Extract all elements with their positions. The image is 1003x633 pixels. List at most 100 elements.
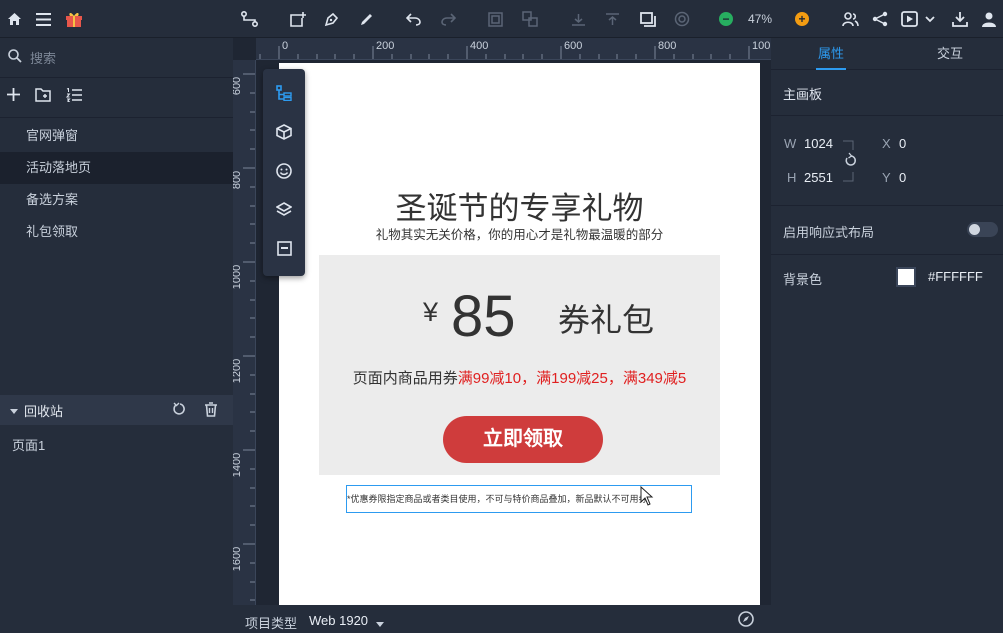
redo-icon[interactable] [440,0,456,38]
toggle-knob [969,224,980,235]
search-icon [8,49,22,66]
trash-icon[interactable] [204,402,218,420]
page-item-landing[interactable]: 活动落地页 [0,152,233,184]
background-color-swatch[interactable] [896,267,916,287]
page-tools [0,78,233,118]
restore-icon[interactable] [173,402,187,419]
tab-interactions[interactable]: 交互 [937,38,963,70]
coupon-rule-separator: ， [521,370,537,387]
download-icon[interactable] [951,0,969,38]
coupon-rule-tier-2: 满199减25 [536,370,608,387]
background-color-label: 背景色 [783,272,823,287]
home-icon[interactable] [6,0,22,38]
claim-button[interactable]: 立即领取 [443,416,603,463]
property-tabs: 属性 交互 [771,38,1003,70]
share-icon[interactable] [871,0,889,38]
status-bar: 项目类型 Web 1920 [233,605,771,633]
sort-list-icon[interactable] [65,87,82,107]
chevron-down-icon[interactable] [376,616,384,631]
tab-properties[interactable]: 属性 [815,38,847,70]
y-input[interactable]: 0 [899,170,906,185]
aspect-lock-icon[interactable] [843,140,857,185]
coupon-rule-separator: ， [607,370,623,387]
component-icon[interactable] [673,0,691,38]
left-panel: 搜索 官网弹窗 活动落地页 备选方案 礼包领取 回收站 页面1 [0,38,233,633]
page-item-official-popup[interactable]: 官网弹窗 [0,120,233,152]
ungroup-icon[interactable] [521,0,539,38]
divider [771,254,1003,255]
search-placeholder: 搜索 [30,51,57,66]
menu-icon[interactable] [35,0,51,38]
cursor-icon [640,486,654,506]
outline-tree-icon[interactable] [263,85,305,105]
ruler-label: 100 [752,40,771,52]
height-input[interactable]: 2551 [804,170,833,185]
ruler-label: 600 [233,76,244,96]
page-item-alternative[interactable]: 备选方案 [0,184,233,216]
emoji-icon[interactable] [263,163,305,183]
coupon-rule-tier-1: 满99减10 [457,370,522,387]
vertical-ruler: 600 800 1000 1200 1400 1600 [233,60,256,605]
preview-icon[interactable] [900,0,938,38]
width-label: W [784,136,797,151]
add-shape-icon[interactable] [288,0,306,38]
ruler-label: 1000 [233,264,244,290]
responsive-layout-toggle[interactable] [967,222,998,237]
zoom-level[interactable]: 47% [748,0,772,38]
artboard[interactable]: 圣诞节的专享礼物 礼物其实无关价格，你的用心才是礼物最温暖的部分 ¥ 85 券礼… [279,63,760,605]
gift-icon[interactable] [64,0,84,38]
align-top-icon[interactable] [604,0,620,38]
width-input[interactable]: 1024 [804,136,833,151]
ruler-label: 1600 [233,546,244,572]
page-search[interactable]: 搜索 [0,38,233,78]
right-panel: 属性 交互 主画板 W 1024 H 2551 X 0 Y 0 启用响应式布局 … [771,38,1003,633]
canvas-area[interactable]: 0 200 400 600 800 100 600 800 1000 1200 … [233,38,771,605]
align-bottom-icon[interactable] [570,0,586,38]
recycled-page-item[interactable]: 页面1 [12,435,45,454]
pencil-icon[interactable] [358,0,374,38]
zoom-out-icon[interactable]: − [719,0,733,38]
add-page-icon[interactable] [7,88,20,106]
undo-icon[interactable] [405,0,421,38]
connector-icon[interactable] [240,0,258,38]
coupon-rule: 页面内商品用券满99减10，满199减25，满349减5 [319,367,720,388]
chevron-down-icon[interactable] [10,403,18,418]
project-type-select[interactable]: Web 1920 [309,613,368,628]
layers-icon[interactable] [263,202,305,222]
recycle-bin-header[interactable]: 回收站 [0,395,233,425]
top-toolbar: − 47% + [0,0,1003,38]
currency-symbol: ¥ [423,297,439,327]
vertical-ruler-ticks [243,73,255,601]
page-list: 官网弹窗 活动落地页 备选方案 礼包领取 [0,120,233,248]
ruler-label: 1200 [233,358,244,384]
responsive-layout-label: 启用响应式布局 [783,225,875,240]
coupon-name: 券礼包 [558,302,655,338]
ruler-label: 800 [658,40,677,52]
pen-icon[interactable] [323,0,339,38]
page-item-gift-claim[interactable]: 礼包领取 [0,216,233,248]
coupon-card[interactable]: ¥ 85 券礼包 页面内商品用券满99减10，满199减25，满349减5 立即… [319,255,720,475]
page-subtitle[interactable]: 礼物其实无关价格，你的用心才是礼物最温暖的部分 [279,224,760,243]
add-folder-icon[interactable] [35,88,52,107]
ruler-label: 1400 [233,452,244,478]
group-icon[interactable] [487,0,503,38]
cube-icon[interactable] [263,124,305,144]
ruler-label: 0 [282,40,289,52]
zoom-in-icon[interactable]: + [795,0,809,38]
horizontal-ruler-ticks [259,46,750,59]
ruler-label: 400 [470,40,489,52]
avatar-icon[interactable] [980,0,998,38]
x-label: X [882,136,891,151]
canvas-float-toolbar [263,69,305,276]
frame-icon[interactable] [639,0,657,38]
frame-panel-icon[interactable] [263,241,305,260]
recycle-bin-label: 回收站 [24,403,64,419]
compass-icon[interactable] [738,611,754,630]
background-color-value[interactable]: #FFFFFF [928,269,983,284]
coupon-rule-prefix: 页面内商品用券 [352,370,458,387]
team-icon[interactable] [841,0,859,38]
page-title[interactable]: 圣诞节的专享礼物 [279,183,760,228]
x-input[interactable]: 0 [899,136,906,151]
divider [771,115,1003,116]
y-label: Y [882,170,891,185]
